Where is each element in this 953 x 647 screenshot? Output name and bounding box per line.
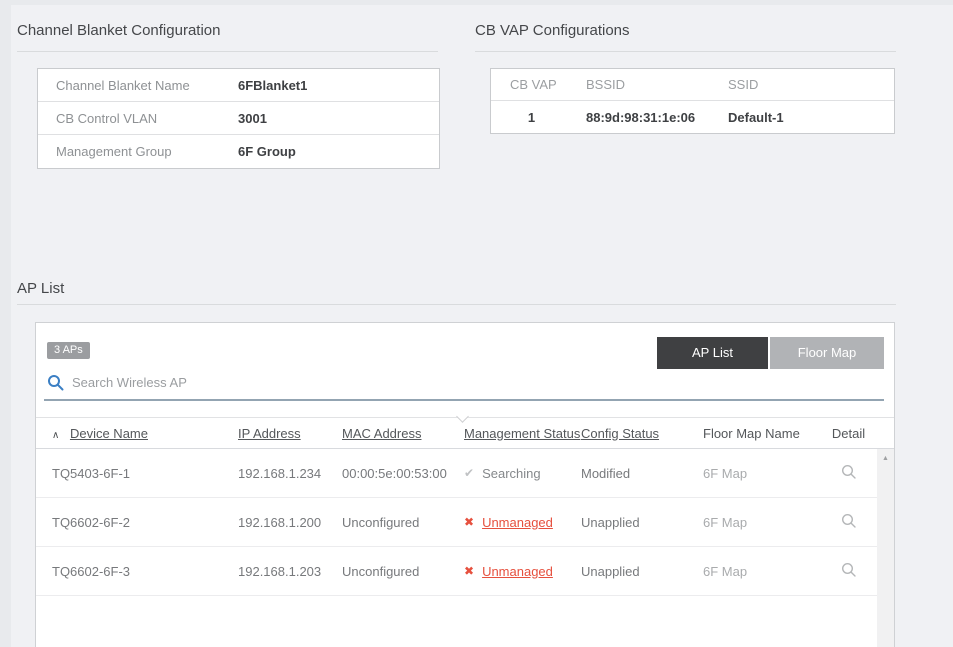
config-row-label: Management Group xyxy=(38,144,238,159)
config-status-sort-link[interactable]: Config Status xyxy=(581,426,659,441)
management-status-cell: ✔ Searching xyxy=(464,466,581,481)
cb-vap-table: CB VAP BSSID SSID 1 88:9d:98:31:1e:06 De… xyxy=(490,68,895,134)
management-status-sort-link[interactable]: Management Status xyxy=(464,426,580,441)
table-row[interactable]: TQ5403-6F-1 192.168.1.234 00:00:5e:00:53… xyxy=(36,449,877,498)
ssid-col-header: SSID xyxy=(728,77,894,92)
config-row-value: 3001 xyxy=(238,111,267,126)
window-left-edge xyxy=(0,0,11,647)
config-row: CB Control VLAN 3001 xyxy=(38,102,439,135)
search-underline xyxy=(44,399,884,401)
config-status-column-header[interactable]: Config Status xyxy=(581,426,703,441)
config-status-cell: Unapplied xyxy=(581,564,703,579)
mac-address-cell: Unconfigured xyxy=(342,564,464,579)
ip-address-sort-link[interactable]: IP Address xyxy=(238,426,301,441)
mac-address-cell: 00:00:5e:00:53:00 xyxy=(342,466,464,481)
cb-vap-section-rule xyxy=(475,51,896,52)
ap-count-badge: 3 APs xyxy=(47,342,90,359)
magnifier-icon xyxy=(841,513,857,529)
config-row-value: 6FBlanket1 xyxy=(238,78,307,93)
floor-map-name-cell: 6F Map xyxy=(703,515,820,530)
tab-floor-map[interactable]: Floor Map xyxy=(770,337,884,369)
cb-vap-col-header: CB VAP xyxy=(491,77,586,92)
detail-magnifier-button[interactable] xyxy=(841,562,857,578)
device-name-column-header[interactable]: ∧ Device Name xyxy=(36,426,238,441)
cb-vap-section-title: CB VAP Configurations xyxy=(475,22,630,39)
channel-blanket-section-title: Channel Blanket Configuration xyxy=(17,22,220,39)
management-status-text: Searching xyxy=(482,466,541,481)
detail-magnifier-button[interactable] xyxy=(841,464,857,480)
device-name-cell: TQ5403-6F-1 xyxy=(36,466,238,481)
floor-map-name-cell: 6F Map xyxy=(703,466,820,481)
floor-map-name-cell: 6F Map xyxy=(703,564,820,579)
scroll-up-arrow-icon[interactable]: ▲ xyxy=(877,449,894,462)
ip-address-cell: 192.168.1.234 xyxy=(238,466,342,481)
config-row-label: CB Control VLAN xyxy=(38,111,238,126)
ap-list-section-rule xyxy=(17,304,896,305)
tab-ap-list[interactable]: AP List xyxy=(657,337,768,369)
detail-magnifier-button[interactable] xyxy=(841,513,857,529)
config-row: Management Group 6F Group xyxy=(38,135,439,168)
mac-address-column-header[interactable]: MAC Address xyxy=(342,426,464,441)
config-row: Channel Blanket Name 6FBlanket1 xyxy=(38,69,439,102)
table-row[interactable]: TQ6602-6F-3 192.168.1.203 Unconfigured ✖… xyxy=(36,547,877,596)
device-name-cell: TQ6602-6F-3 xyxy=(36,564,238,579)
cb-vap-value: 1 xyxy=(491,110,586,125)
unmanaged-link[interactable]: Unmanaged xyxy=(482,564,553,579)
ssid-value: Default-1 xyxy=(728,110,894,125)
table-row[interactable]: TQ6602-6F-2 192.168.1.200 Unconfigured ✖… xyxy=(36,498,877,547)
device-name-cell: TQ6602-6F-2 xyxy=(36,515,238,530)
ip-address-cell: 192.168.1.200 xyxy=(238,515,342,530)
bssid-value: 88:9d:98:31:1e:06 xyxy=(586,110,728,125)
table-scrollbar[interactable]: ▲ xyxy=(877,449,894,647)
config-status-cell: Modified xyxy=(581,466,703,481)
cb-vap-table-row: 1 88:9d:98:31:1e:06 Default-1 xyxy=(491,101,894,133)
channel-blanket-section-rule xyxy=(17,51,438,52)
ap-table-header-row: ∧ Device Name IP Address MAC Address Man… xyxy=(36,417,894,449)
magnifier-icon xyxy=(841,562,857,578)
cb-vap-table-header: CB VAP BSSID SSID xyxy=(491,69,894,101)
x-icon: ✖ xyxy=(464,515,474,529)
floor-map-name-column-header: Floor Map Name xyxy=(703,426,820,441)
ip-address-column-header[interactable]: IP Address xyxy=(238,426,342,441)
management-status-cell: ✖ Unmanaged xyxy=(464,564,581,579)
config-status-cell: Unapplied xyxy=(581,515,703,530)
ap-view-tabs: AP List Floor Map xyxy=(657,337,884,369)
device-name-sort-link[interactable]: Device Name xyxy=(70,426,148,441)
config-row-value: 6F Group xyxy=(238,144,296,159)
ip-address-cell: 192.168.1.203 xyxy=(238,564,342,579)
window-top-edge xyxy=(0,0,953,5)
sort-ascending-icon: ∧ xyxy=(52,430,59,441)
bssid-col-header: BSSID xyxy=(586,77,728,92)
ap-table-body: TQ5403-6F-1 192.168.1.234 00:00:5e:00:53… xyxy=(36,449,877,596)
management-status-column-header[interactable]: Management Status xyxy=(464,426,581,441)
mac-address-cell: Unconfigured xyxy=(342,515,464,530)
magnifier-icon xyxy=(841,464,857,480)
search-bar xyxy=(47,369,392,395)
unmanaged-link[interactable]: Unmanaged xyxy=(482,515,553,530)
search-icon xyxy=(47,374,64,391)
ap-list-card: 3 APs AP List Floor Map ∧ Device Name IP… xyxy=(35,322,895,647)
ap-list-section-title: AP List xyxy=(17,280,64,297)
mac-address-sort-link[interactable]: MAC Address xyxy=(342,426,421,441)
search-input[interactable] xyxy=(72,375,392,390)
detail-column-header: Detail xyxy=(820,426,877,441)
x-icon: ✖ xyxy=(464,564,474,578)
config-row-label: Channel Blanket Name xyxy=(38,78,238,93)
check-icon: ✔ xyxy=(464,466,474,480)
channel-blanket-config-card: Channel Blanket Name 6FBlanket1 CB Contr… xyxy=(37,68,440,169)
management-status-cell: ✖ Unmanaged xyxy=(464,515,581,530)
